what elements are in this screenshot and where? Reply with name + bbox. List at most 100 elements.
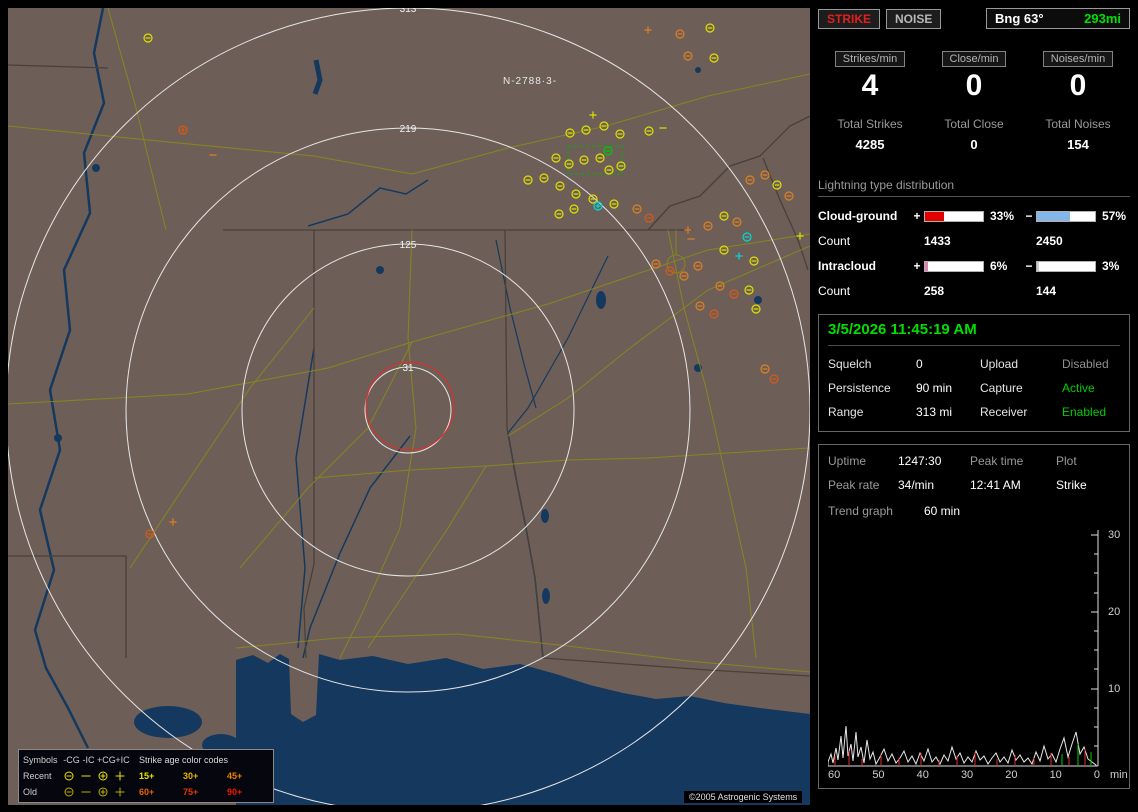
stats-grid: Uptime 1247:30 Peak time Plot Peak rate …	[828, 454, 1125, 492]
x-axis-unit: min	[1110, 769, 1128, 781]
minus-icon	[80, 770, 97, 782]
age-code-45: 45+	[227, 771, 243, 781]
minus-sign: −	[1025, 209, 1033, 223]
cg-count-label: Count	[818, 234, 851, 248]
trend-chart-canvas	[827, 530, 1099, 767]
svg-text:219: 219	[400, 124, 417, 135]
squelch-label: Squelch	[828, 357, 872, 371]
cg-plus-pct: 33%	[990, 209, 1015, 223]
age-code-60: 60+	[139, 787, 155, 797]
status-box: 3/5/2026 11:45:19 AM Squelch 0 Upload Di…	[818, 314, 1130, 432]
trend-graph-value: 60 min	[924, 504, 961, 518]
total-strikes-label: Total Strikes	[837, 117, 903, 131]
y-tick-30: 30	[1108, 529, 1121, 541]
ic-minus-count: 144	[1036, 284, 1057, 298]
map-legend: Symbols -CG -IC +CG +IC Strike age color…	[18, 749, 274, 803]
legend-header-row: Symbols -CG -IC +CG +IC Strike age color…	[23, 752, 269, 768]
legend-type-header-pcg: +CG	[97, 755, 116, 765]
receiver-value: Enabled	[1062, 405, 1107, 419]
legend-type-header-pic: +IC	[115, 755, 130, 765]
noises-per-min-counter: Noises/min 0 Total Noises 154	[1026, 49, 1130, 152]
close-per-min-chip[interactable]: Close/min	[941, 51, 1007, 67]
circle-minus-icon	[63, 770, 80, 782]
peak-rate-value: 34/min	[898, 478, 935, 492]
lightning-map[interactable]: 313 219 125 31 N-2788·3- Symbols -CG -IC +C…	[8, 8, 810, 805]
uptime-label: Uptime	[828, 454, 867, 468]
uptime-value: 1247:30	[898, 454, 942, 468]
distribution-grid: Cloud-ground + 33% − 57% Count 1433 2450…	[818, 209, 1130, 298]
peak-rate-label: Peak rate	[828, 478, 880, 492]
stats-box: Uptime 1247:30 Peak time Plot Peak rate …	[818, 444, 1130, 789]
cg-minus-count: 2450	[1036, 234, 1063, 248]
receiver-label: Receiver	[980, 405, 1028, 419]
rate-counters: Strikes/min 4 Total Strikes 4285 Close/m…	[818, 49, 1130, 152]
plus-icon	[114, 786, 131, 798]
cg-plus-bar-fill	[925, 211, 945, 221]
persistence-value: 90 min	[916, 381, 953, 395]
minus-icon	[80, 786, 97, 798]
age-code-75: 75+	[183, 787, 199, 797]
status-grid: Squelch 0 Upload Disabled Persistence 90…	[828, 357, 1120, 419]
x-tick-30: 30	[960, 769, 974, 781]
minus-sign: −	[1025, 259, 1033, 273]
age-code-90: 90+	[227, 787, 243, 797]
strikes-per-min-counter: Strikes/min 4 Total Strikes 4285	[818, 49, 922, 152]
ic-plus-pct: 6%	[990, 259, 1008, 273]
bearing-label: Bng 63°	[995, 11, 1044, 26]
trend-y-axis-labels: 30 20 10	[1104, 528, 1128, 768]
trend-data-layer	[827, 725, 1097, 766]
ic-minus-pct: 3%	[1102, 259, 1120, 273]
legend-type-header-nic: -IC	[82, 755, 95, 765]
circle-plus-icon	[97, 770, 114, 782]
strike-button[interactable]: STRIKE	[818, 8, 881, 29]
plot-value: Strike	[1056, 478, 1087, 492]
range-label: Range	[828, 405, 864, 419]
copyright-text: ©2005 Astrogenic Systems	[684, 791, 803, 803]
range-value: 313 mi	[916, 405, 953, 419]
strikes-per-min-chip[interactable]: Strikes/min	[834, 51, 906, 67]
noises-per-min-chip[interactable]: Noises/min	[1042, 51, 1114, 67]
age-code-30: 30+	[183, 771, 199, 781]
legend-old-label: Old	[23, 787, 38, 797]
x-tick-60: 60	[828, 769, 841, 781]
x-tick-50: 50	[872, 769, 885, 781]
control-panel: STRIKE NOISE Bng 63° 293mi Strikes/min 4…	[818, 8, 1130, 805]
trend-x-axis-labels: 60 50 40 30 20 10 0 min	[828, 769, 1128, 781]
circle-plus-icon	[97, 786, 114, 798]
strikes-per-min-value: 4	[861, 69, 879, 102]
total-noises-label: Total Noises	[1045, 117, 1111, 131]
y-tick-20: 20	[1108, 606, 1121, 618]
total-noises-value: 154	[1067, 137, 1089, 152]
ic-plus-count: 258	[924, 284, 945, 298]
legend-age-header: Strike age color codes	[139, 755, 229, 765]
close-per-min-counter: Close/min 0 Total Close 0	[922, 49, 1026, 152]
trend-graph-row: Trend graph 60 min	[828, 504, 1125, 518]
cg-plus-count: 1433	[924, 234, 951, 248]
map-canvas[interactable]: 313 219 125 31	[8, 8, 810, 805]
age-code-15: 15+	[139, 771, 155, 781]
cg-minus-bar-fill	[1037, 211, 1071, 221]
ic-count-label: Count	[818, 284, 851, 298]
capture-value: Active	[1062, 381, 1095, 395]
legend-symbols-header: Symbols	[23, 755, 58, 765]
legend-old-row: Old 60+ 75+ 90+	[23, 784, 269, 800]
trend-graph-label: Trend graph	[828, 504, 893, 518]
legend-recent-row: Recent 15+ 30+ 45+	[23, 768, 269, 784]
upload-label: Upload	[980, 357, 1019, 371]
cg-minus-bar	[1036, 210, 1096, 222]
legend-recent-label: Recent	[23, 771, 52, 781]
upload-value: Disabled	[1062, 357, 1109, 371]
nav-waypoint-label: N-2788·3-	[503, 76, 558, 87]
plot-label: Plot	[1056, 454, 1077, 468]
close-per-min-value: 0	[965, 69, 983, 102]
y-tick-10: 10	[1108, 683, 1121, 695]
cg-plus-bar	[924, 210, 984, 222]
svg-text:125: 125	[400, 240, 417, 251]
svg-text:31: 31	[402, 363, 414, 374]
svg-text:313: 313	[400, 8, 417, 15]
total-close-value: 0	[970, 137, 978, 152]
x-tick-10: 10	[1049, 769, 1062, 781]
noise-button[interactable]: NOISE	[886, 8, 942, 29]
plus-sign: +	[913, 209, 921, 223]
distribution-title: Lightning type distribution	[818, 178, 1130, 197]
